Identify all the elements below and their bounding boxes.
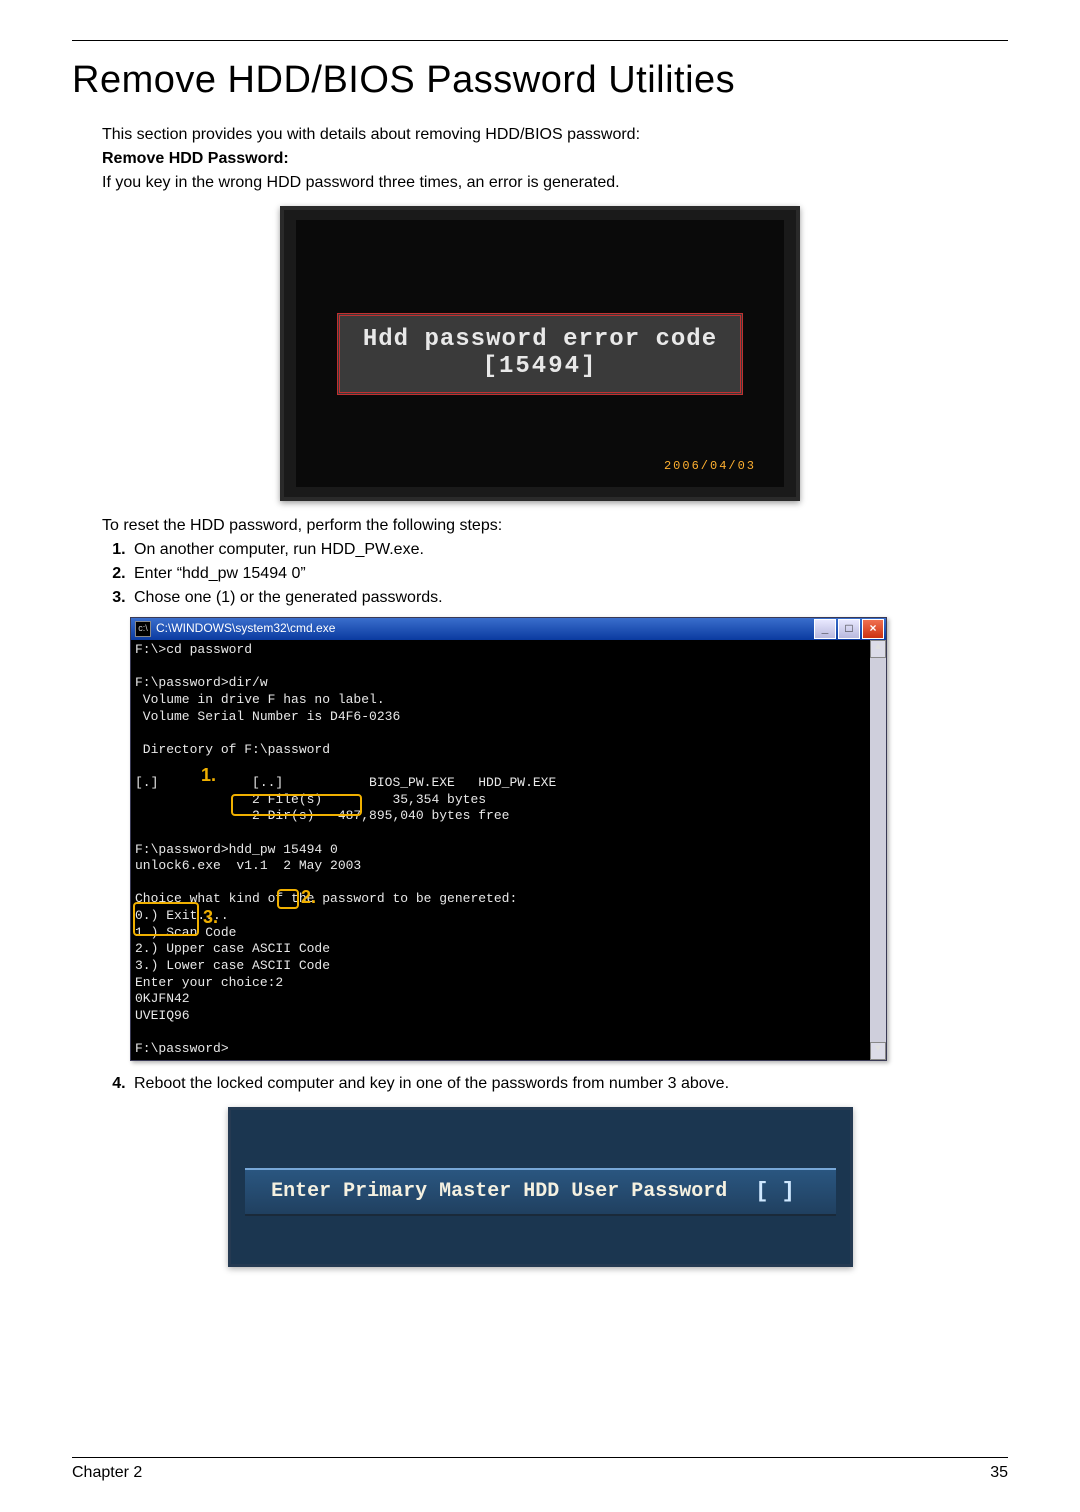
step-3: Chose one (1) or the generated passwords…: [130, 589, 1008, 607]
minimize-button[interactable]: _: [814, 619, 836, 639]
cmd-titlebar: c:\ C:\WINDOWS\system32\cmd.exe _ □ ×: [131, 618, 886, 640]
maximize-button[interactable]: □: [838, 619, 860, 639]
steps-list: On another computer, run HDD_PW.exe. Ent…: [102, 541, 1008, 607]
reset-intro: To reset the HDD password, perform the f…: [102, 517, 1008, 535]
wrong-password-text: If you key in the wrong HDD password thr…: [102, 174, 1008, 192]
footer-chapter: Chapter 2: [72, 1464, 142, 1482]
figure-hdd-error-photo: Hdd password error code [15494] 2006/04/…: [280, 206, 800, 501]
steps-list-cont: Reboot the locked computer and key in on…: [102, 1075, 1008, 1093]
subheading: Remove HDD Password:: [102, 150, 1008, 168]
intro-text: This section provides you with details a…: [102, 126, 1008, 144]
cmd-body: F:\>cd password F:\password>dir/w Volume…: [131, 640, 886, 1060]
cmd-icon: c:\: [135, 621, 151, 637]
highlight-passwords: [133, 902, 199, 936]
annotation-3: 3.: [203, 906, 218, 929]
error-box: Hdd password error code [15494]: [337, 313, 743, 395]
scroll-down-icon[interactable]: ▼: [870, 1042, 886, 1060]
content-block: This section provides you with details a…: [102, 126, 1008, 192]
window-buttons: _ □ ×: [814, 619, 884, 639]
highlight-command: [231, 794, 362, 816]
scroll-up-icon[interactable]: ▲: [870, 640, 886, 658]
cmd-output: F:\>cd password F:\password>dir/w Volume…: [135, 642, 884, 1058]
error-code: [15494]: [340, 353, 740, 380]
page: Remove HDD/BIOS Password Utilities This …: [0, 0, 1080, 1512]
figure-password-prompt: Enter Primary Master HDD User Password […: [228, 1107, 853, 1267]
reset-block: To reset the HDD password, perform the f…: [102, 517, 1008, 535]
annotation-1: 1.: [201, 764, 216, 787]
page-title: Remove HDD/BIOS Password Utilities: [72, 59, 1008, 102]
footer-page-number: 35: [990, 1464, 1008, 1482]
step-2: Enter “hdd_pw 15494 0”: [130, 565, 1008, 583]
scrollbar[interactable]: ▲ ▼: [870, 640, 886, 1060]
highlight-choice: [277, 889, 299, 909]
prompt-text: Enter Primary Master HDD User Password: [271, 1180, 727, 1203]
annotation-2: 2.: [301, 886, 316, 909]
photo-date: 2006/04/03: [664, 459, 756, 473]
page-footer: Chapter 2 35: [72, 1457, 1008, 1482]
figure-monitor-screen: Hdd password error code [15494] 2006/04/…: [296, 220, 784, 487]
close-button[interactable]: ×: [862, 619, 884, 639]
step-4: Reboot the locked computer and key in on…: [130, 1075, 1008, 1093]
top-rule: [72, 40, 1008, 41]
figure-cmd-window: c:\ C:\WINDOWS\system32\cmd.exe _ □ × F:…: [130, 617, 887, 1061]
password-prompt-strip: Enter Primary Master HDD User Password […: [245, 1168, 836, 1216]
step-1: On another computer, run HDD_PW.exe.: [130, 541, 1008, 559]
error-line-1: Hdd password error code: [340, 326, 740, 353]
cmd-title: C:\WINDOWS\system32\cmd.exe: [156, 621, 335, 636]
prompt-cursor: [ ]: [741, 1179, 809, 1204]
